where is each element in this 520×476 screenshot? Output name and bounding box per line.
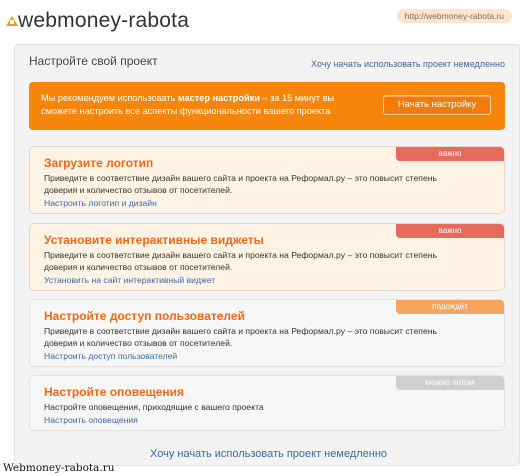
priority-badge: подождёт (396, 300, 504, 314)
promo-text: Мы рекомендуем использовать мастер настр… (41, 93, 335, 116)
card-user-access: подождёт Настройте доступ пользователей … (29, 299, 505, 367)
card-title: Установите интерактивные виджеты (44, 233, 264, 247)
install-widget-link[interactable]: Установить на сайт интерактивный виджет (44, 275, 215, 285)
card-description: Приведите в соответствие дизайн вашего с… (44, 250, 437, 272)
priority-badge: важно (396, 147, 504, 161)
card-notifications: можно потом Настройте оповещения Настрой… (29, 375, 505, 431)
card-description: Приведите в соответствие дизайн вашего с… (44, 326, 437, 348)
site-url-badge[interactable]: http://webmoney-rabota.ru (396, 9, 512, 23)
setup-panel: Настройте свой проект Хочу начать исполь… (14, 44, 520, 466)
promo-text-bold: мастер настройки (177, 93, 260, 103)
card-upload-logo: важно Загрузите логотип Приведите в соот… (29, 146, 505, 214)
card-description: Настройте оповещения, приходящие с вашег… (44, 402, 264, 412)
card-description: Приведите в соответствие дизайн вашего с… (44, 173, 437, 195)
watermark-label: Webmoney-rabota.ru (3, 462, 115, 474)
card-title: Настройте оповещения (44, 385, 185, 399)
priority-badge: можно потом (396, 376, 504, 390)
setup-access-link[interactable]: Настроить доступ пользователей (44, 351, 177, 361)
card-widgets: важно Установите интерактивные виджеты П… (29, 223, 505, 291)
setup-logo-link[interactable]: Настроить логотип и дизайн (44, 198, 157, 208)
card-title: Настройте доступ пользователей (44, 309, 245, 323)
start-now-link-top[interactable]: Хочу начать использовать проект немедлен… (311, 59, 505, 69)
warning-logo-icon (6, 16, 18, 26)
start-setup-button[interactable]: Начать настройку (383, 95, 491, 115)
setup-notifications-link[interactable]: Настроить оповещения (44, 415, 138, 425)
site-logo-text[interactable]: webmoney-rabota (18, 9, 189, 33)
priority-badge: важно (396, 224, 504, 238)
card-title: Загрузите логотип (44, 156, 154, 170)
wizard-promo-banner: Мы рекомендуем использовать мастер настр… (29, 82, 505, 130)
site-header: webmoney-rabota http://webmoney-rabota.r… (0, 0, 520, 44)
panel-title: Настройте свой проект (29, 54, 158, 68)
start-now-link-bottom[interactable]: Хочу начать использовать проект немедлен… (150, 448, 387, 460)
